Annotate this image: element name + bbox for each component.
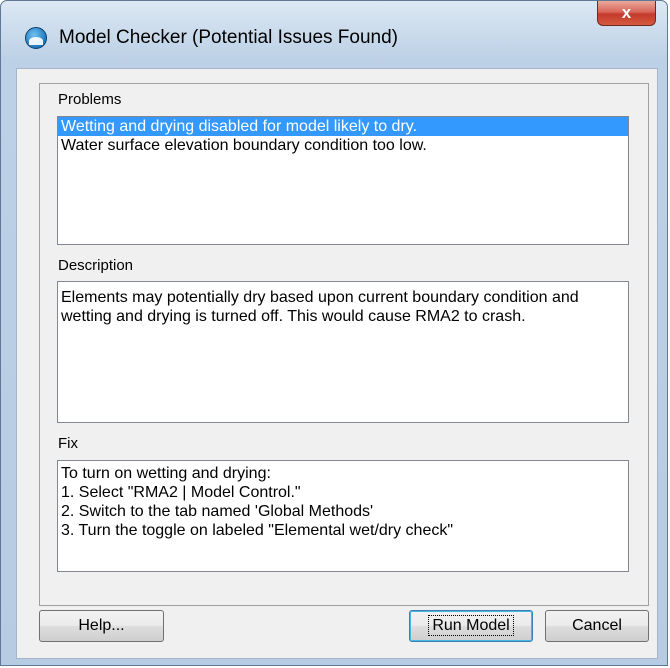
help-button-label: Help... [78, 617, 125, 634]
app-icon [25, 27, 47, 49]
cancel-button-label: Cancel [572, 617, 622, 634]
fix-line: 1. Select "RMA2 | Model Control." [61, 484, 301, 501]
fix-line: 3. Turn the toggle on labeled "Elemental… [61, 522, 454, 539]
description-label: Description [58, 257, 134, 274]
dialog-window: Model Checker (Potential Issues Found) x… [0, 0, 668, 666]
fix-label: Fix [58, 435, 78, 452]
fix-textbox[interactable]: To turn on wetting and drying: 1. Select… [57, 460, 629, 572]
problem-item-wetting-drying[interactable]: Wetting and drying disabled for model li… [58, 117, 628, 136]
close-button[interactable]: x [597, 1, 656, 26]
help-button[interactable]: Help... [39, 610, 164, 642]
cancel-button[interactable]: Cancel [545, 610, 649, 642]
run-model-button[interactable]: Run Model [409, 610, 533, 642]
title-bar[interactable]: Model Checker (Potential Issues Found) x [1, 1, 667, 65]
dialog-client-area: Problems Wetting and drying disabled for… [16, 68, 658, 659]
description-textbox[interactable]: Elements may potentially dry based upon … [57, 281, 629, 423]
run-model-button-label: Run Model [428, 615, 514, 636]
close-icon: x [621, 3, 632, 22]
window-title: Model Checker (Potential Issues Found) [59, 27, 398, 48]
problem-item-wse-boundary[interactable]: Water surface elevation boundary conditi… [58, 136, 628, 155]
fix-line: 2. Switch to the tab named 'Global Metho… [61, 503, 374, 520]
description-line: wetting and drying is turned off. This w… [61, 308, 526, 325]
problems-list[interactable]: Wetting and drying disabled for model li… [57, 116, 629, 245]
description-line: Elements may potentially dry based upon … [61, 289, 579, 306]
fix-line: To turn on wetting and drying: [61, 465, 271, 482]
problems-label: Problems [58, 91, 122, 108]
